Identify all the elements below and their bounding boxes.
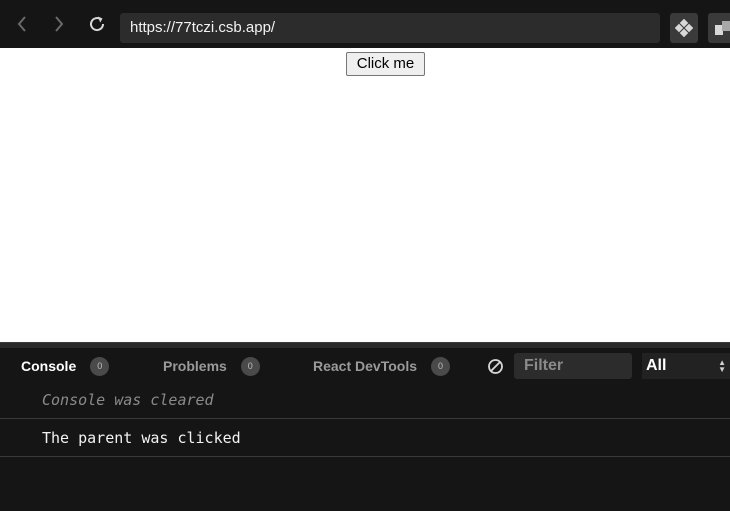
console-log-entry: The parent was clicked [0, 419, 730, 457]
reload-icon [90, 16, 105, 32]
log-level-select[interactable]: All ▲ ▼ [642, 353, 730, 379]
console-tabs: Console 0 Problems 0 React DevTools 0 Al… [0, 348, 730, 384]
tab-label: Console [21, 358, 77, 374]
back-button[interactable] [10, 12, 34, 36]
log-level-value: All [646, 357, 667, 374]
chevron-left-icon [17, 16, 26, 32]
tab-console[interactable]: Console 0 [21, 348, 110, 384]
windows-icon [715, 21, 730, 35]
console-panel: Console 0 Problems 0 React DevTools 0 Al… [0, 348, 730, 511]
filter-input[interactable] [514, 353, 632, 379]
forward-button[interactable] [47, 12, 71, 36]
split-view-button[interactable] [708, 13, 730, 43]
extension-button[interactable] [670, 13, 698, 43]
clear-console-button[interactable] [487, 358, 504, 375]
tab-count-badge: 0 [240, 356, 260, 376]
tab-count-badge: 0 [431, 356, 450, 376]
address-bar[interactable]: https://77tczi.csb.app/ [120, 13, 660, 43]
chevron-right-icon [55, 16, 64, 32]
block-icon [488, 359, 503, 374]
tab-label: Problems [163, 358, 227, 374]
puzzle-icon [675, 19, 693, 37]
page-viewport: Click me [0, 48, 730, 342]
reload-button[interactable] [85, 12, 109, 36]
tab-react-devtools[interactable]: React DevTools 0 [313, 348, 450, 384]
tab-label: React DevTools [313, 358, 417, 374]
click-me-button[interactable]: Click me [346, 52, 425, 76]
browser-toolbar: https://77tczi.csb.app/ [0, 0, 730, 48]
console-cleared-message: Console was cleared [0, 381, 730, 419]
tab-problems[interactable]: Problems 0 [163, 348, 260, 384]
updown-arrows-icon: ▲ ▼ [718, 358, 726, 374]
tab-count-badge: 0 [90, 356, 110, 376]
